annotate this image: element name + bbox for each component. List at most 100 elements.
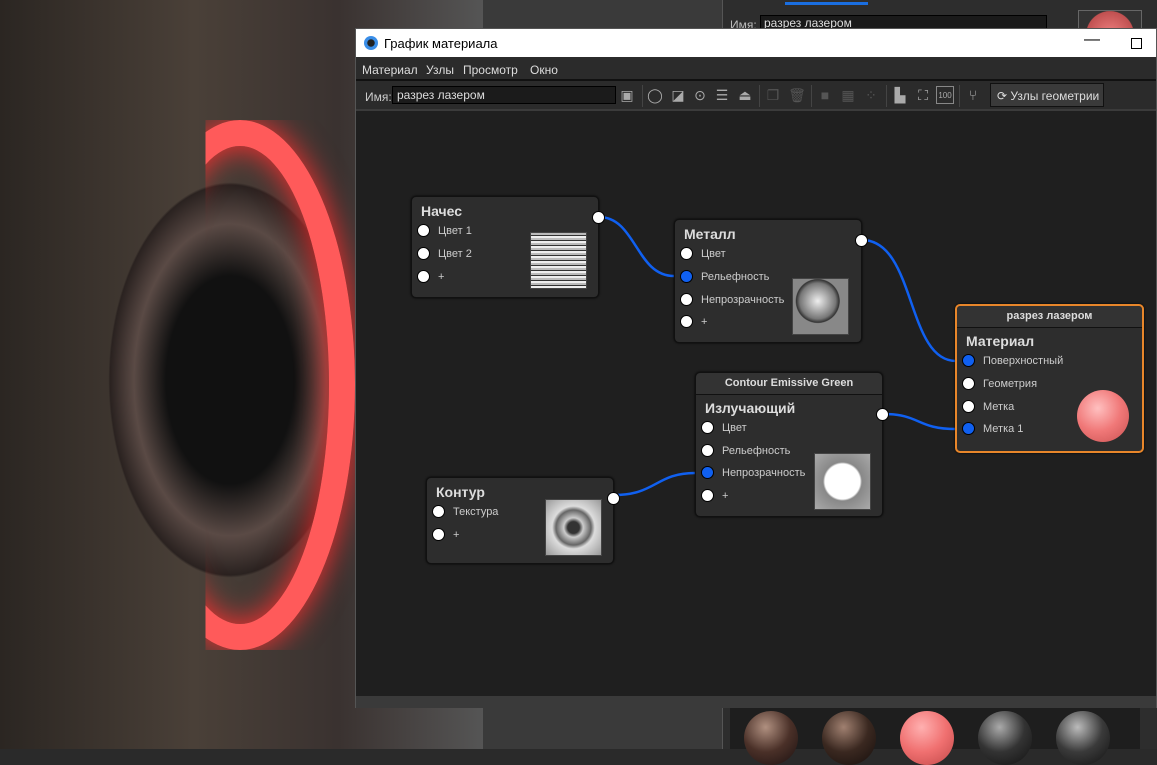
branch-icon[interactable]: ⑂ [964, 86, 982, 104]
input-pin[interactable] [417, 224, 430, 237]
toolbar: Имя: ▣ ◯ ◪ ⊙ ☰ ⏏ ❐ 🗑 ■ ▦ ⁘ ▙ ⛶ 100 ⑂ ⟳ У… [356, 81, 1156, 111]
node-material-output[interactable]: разрез лазером Материал Поверхностный Ге… [955, 304, 1144, 453]
input-pin[interactable] [701, 421, 714, 434]
input-pin[interactable] [680, 270, 693, 283]
node-dots-icon[interactable]: ⁘ [862, 86, 880, 104]
wire-contour-emissive [613, 471, 696, 497]
input-pin[interactable] [962, 354, 975, 367]
input-pin[interactable] [432, 505, 445, 518]
input-label: Метка [962, 400, 1015, 414]
horizontal-scrollbar[interactable] [356, 696, 1156, 708]
output-pin[interactable] [607, 492, 620, 505]
input-pin[interactable] [701, 444, 714, 457]
weight-icon[interactable]: ⏏ [736, 86, 754, 104]
menu-window[interactable]: Окно [530, 63, 558, 77]
input-pin[interactable] [432, 528, 445, 541]
window-title: График материала [384, 36, 498, 51]
material-swatch[interactable] [822, 711, 876, 765]
app-icon [364, 36, 378, 50]
menu-view[interactable]: Просмотр [463, 63, 518, 77]
pin-label: Поверхностный [983, 355, 1064, 367]
node-title: Излучающий [705, 400, 796, 416]
menu-nodes[interactable]: Узлы [426, 63, 454, 77]
input-color: Цвет [701, 421, 747, 435]
node-add-icon[interactable]: ■ [816, 86, 834, 104]
material-sphere-preview [1077, 390, 1129, 442]
input-color1: Цвет 1 [417, 224, 472, 238]
input-color: Цвет [680, 247, 726, 261]
output-pin[interactable] [855, 234, 868, 247]
divider [642, 85, 643, 107]
input-color2: Цвет 2 [417, 247, 472, 261]
input-pin[interactable] [701, 466, 714, 479]
pin-label: Непрозрачность [722, 467, 806, 479]
material-library-strip [730, 708, 1140, 765]
pin-label: Рельефность [722, 445, 791, 457]
material-swatch[interactable] [900, 711, 954, 765]
minimize-button[interactable]: — [1084, 31, 1100, 49]
maximize-button[interactable] [1131, 38, 1142, 49]
material-swatch[interactable] [744, 711, 798, 765]
menu-bar: Материал Узлы Просмотр Окно [356, 57, 1156, 81]
pin-label: Рельефность [701, 271, 770, 283]
input-pin[interactable] [962, 377, 975, 390]
name-label: Имя: [365, 90, 392, 104]
material-swatch[interactable] [978, 711, 1032, 765]
node-grid-icon[interactable]: ▦ [839, 86, 857, 104]
input-bump: Рельефность [680, 270, 770, 284]
zoom-100-icon[interactable]: 100 [936, 86, 954, 104]
node-metal[interactable]: Металл Цвет Рельефность Непрозрачность + [674, 219, 868, 343]
input-pin[interactable] [680, 293, 693, 306]
fit-icon[interactable]: ⛶ [914, 86, 932, 104]
sphere-preview-icon[interactable]: ◯ [646, 86, 664, 104]
input-pin[interactable] [701, 489, 714, 502]
divider [811, 85, 812, 107]
title-bar[interactable]: График материала — [356, 29, 1156, 57]
output-pin[interactable] [876, 408, 889, 421]
pin-label: Геометрия [983, 378, 1038, 390]
input-texture: Текстура [432, 505, 498, 519]
geometry-nodes-label: Узлы геометрии [1010, 89, 1100, 103]
input-pin[interactable] [417, 270, 430, 283]
node-title: Контур [436, 484, 485, 500]
input-add: + [432, 528, 459, 542]
trash-icon[interactable]: 🗑 [788, 86, 806, 104]
input-pin[interactable] [962, 422, 975, 435]
texture-thumbnail [530, 232, 587, 289]
node-title: Металл [684, 226, 736, 242]
pin-label: Метка [983, 401, 1015, 413]
name-input[interactable] [392, 86, 616, 104]
pin-label: + [701, 316, 708, 328]
menu-material[interactable]: Материал [362, 63, 418, 77]
pin-label: + [438, 271, 445, 283]
sliders-icon[interactable]: ☰ [713, 86, 731, 104]
input-pin[interactable] [962, 400, 975, 413]
material-swatch[interactable] [1056, 711, 1110, 765]
divider [759, 85, 760, 107]
input-add: + [680, 315, 708, 329]
save-icon[interactable]: ▣ [618, 86, 636, 104]
node-nachos[interactable]: Начес Цвет 1 Цвет 2 + [411, 196, 605, 298]
geometry-nodes-button[interactable]: ⟳ Узлы геометрии [990, 83, 1104, 107]
copy-icon[interactable]: ❐ [764, 86, 782, 104]
node-graph-canvas[interactable]: Начес Цвет 1 Цвет 2 + Металл Цвет Рельеф… [356, 111, 1156, 696]
input-surface: Поверхностный [962, 354, 1064, 368]
pin-label: Непрозрачность [701, 294, 785, 306]
node-emissive[interactable]: Contour Emissive Green Излучающий Цвет Р… [695, 372, 889, 517]
checker-icon[interactable]: ◪ [669, 86, 687, 104]
arrange-icon[interactable]: ▙ [891, 86, 909, 104]
input-add: + [417, 270, 445, 284]
play-icon[interactable]: ⊙ [691, 86, 709, 104]
input-pin[interactable] [417, 247, 430, 260]
input-pin[interactable] [680, 247, 693, 260]
active-tab-indicator[interactable] [785, 2, 868, 5]
output-pin[interactable] [592, 211, 605, 224]
contour-thumbnail [545, 499, 602, 556]
wire-nachos-metal [598, 215, 675, 278]
input-pin[interactable] [680, 315, 693, 328]
input-geometry: Геометрия [962, 377, 1038, 391]
pin-label: Цвет 1 [438, 225, 472, 237]
input-opacity: Непрозрачность [701, 466, 806, 480]
material-graph-window: График материала — Материал Узлы Просмот… [355, 28, 1157, 708]
node-contour[interactable]: Контур Текстура + [426, 477, 620, 564]
